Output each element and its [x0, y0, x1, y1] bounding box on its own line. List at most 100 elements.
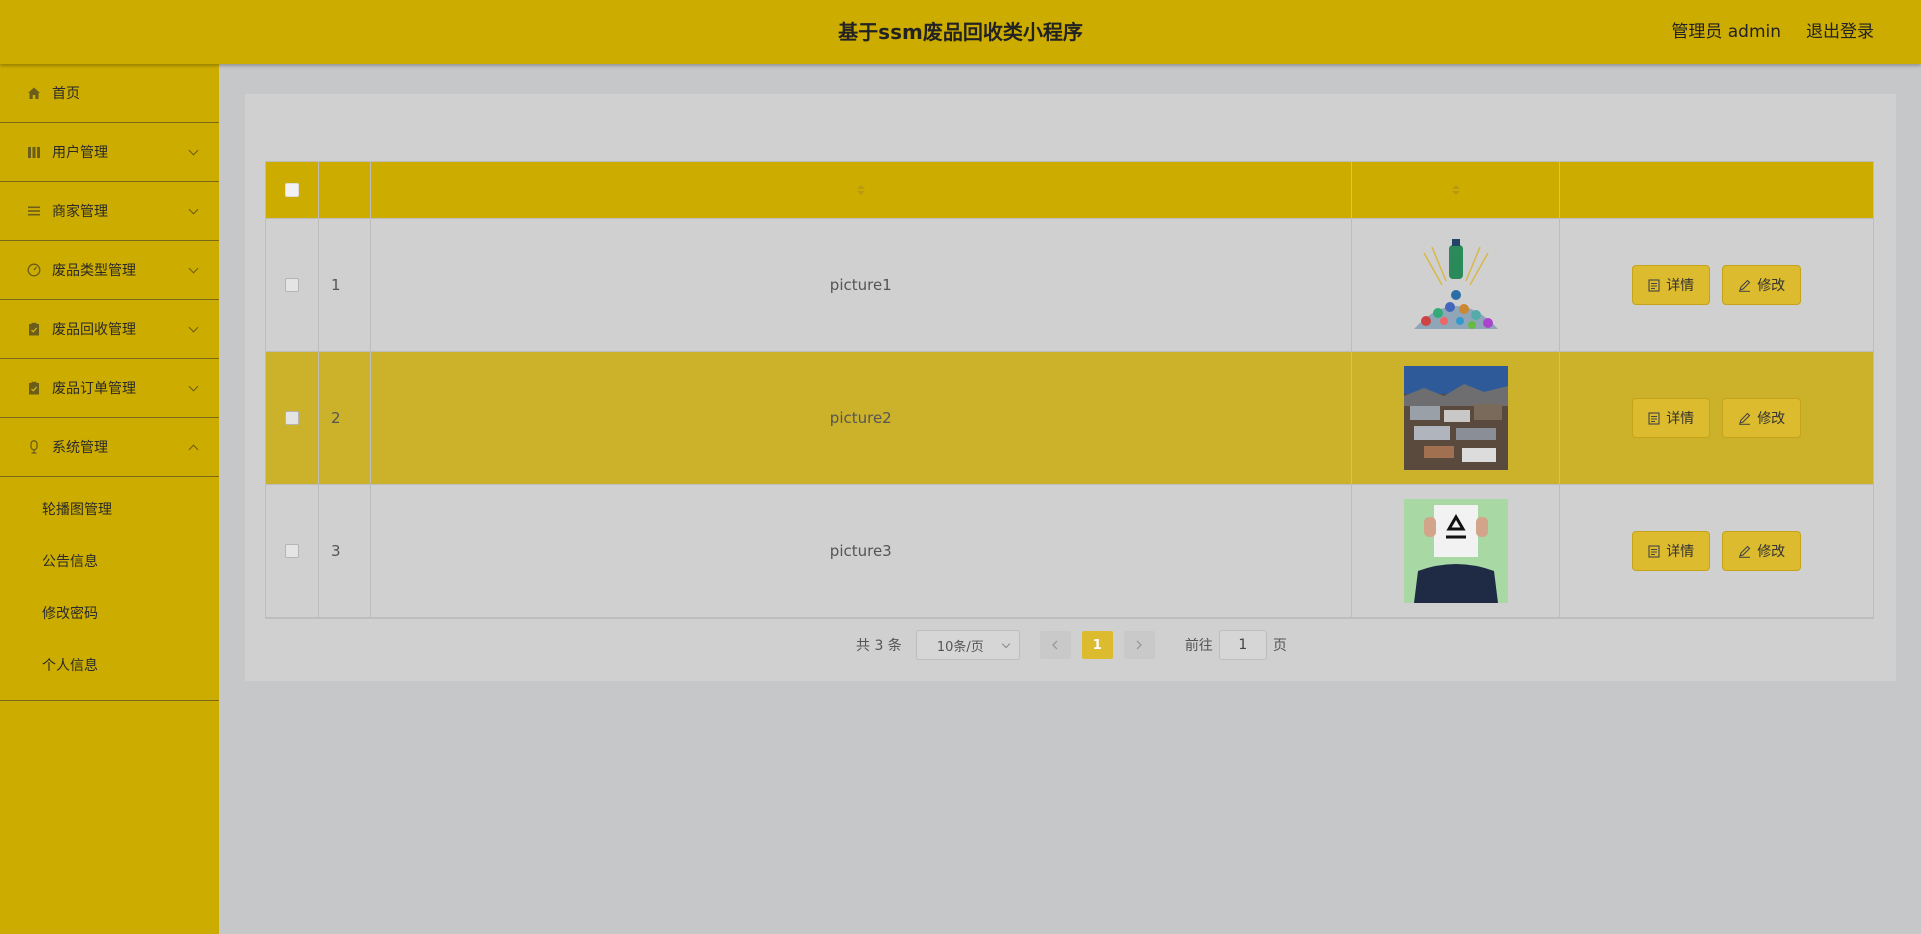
row-name: picture3	[371, 485, 1352, 617]
sidebar-item-waste-recycling[interactable]: 废品回收管理	[0, 300, 219, 359]
page-unit-label: 页	[1272, 638, 1287, 654]
chevron-down-icon	[188, 204, 199, 215]
row-actions: 详情 修改	[1560, 352, 1873, 484]
sidebar-item-users[interactable]: 用户管理	[0, 123, 219, 182]
edit-icon	[1739, 545, 1751, 558]
sidebar-subitem-carousel[interactable]: 轮播图管理	[0, 484, 219, 536]
sidebar-item-waste-types[interactable]: 废品类型管理	[0, 241, 219, 300]
scrap-yard-image	[1403, 366, 1508, 470]
row-checkbox[interactable]	[284, 411, 299, 425]
chevron-left-icon	[1052, 640, 1058, 650]
row-image-cell	[1352, 485, 1561, 617]
list-icon	[26, 204, 41, 219]
recycle-sign-person-image	[1403, 499, 1508, 603]
sidebar: 首页 用户管理 商家管理 废品类型管理 废品回收管理 废品订单管理 系统管理 轮…	[0, 64, 219, 934]
sidebar-item-waste-orders[interactable]: 废品订单管理	[0, 359, 219, 418]
current-user: 管理员 admin	[1671, 22, 1781, 42]
sidebar-subitem-change-password[interactable]: 修改密码	[0, 588, 219, 640]
chevron-up-icon	[188, 444, 199, 455]
sidebar-item-label: 商家管理	[52, 204, 108, 220]
chevron-down-icon	[188, 322, 199, 333]
pagination-total: 共 3 条	[856, 638, 902, 654]
pagination: 共 3 条 10条/页 1 前往 页	[856, 630, 1287, 660]
row-image-cell	[1352, 352, 1561, 484]
select-all-checkbox[interactable]	[284, 183, 299, 197]
sidebar-item-label: 首页	[52, 86, 80, 102]
table-row: 1 picture1 详情 修改	[266, 219, 1873, 352]
sidebar-item-system[interactable]: 系统管理	[0, 418, 219, 477]
row-checkbox-cell	[266, 352, 319, 484]
edit-button[interactable]: 修改	[1722, 531, 1802, 571]
edit-button[interactable]: 修改	[1722, 398, 1802, 438]
row-checkbox[interactable]	[284, 544, 299, 558]
header-name-cell[interactable]	[371, 162, 1352, 218]
detail-button[interactable]: 详情	[1632, 265, 1711, 305]
system-icon	[26, 440, 41, 455]
header-checkbox-cell	[266, 162, 319, 218]
row-name: picture1	[371, 219, 1352, 351]
detail-button[interactable]: 详情	[1632, 531, 1711, 571]
sidebar-item-home[interactable]: 首页	[0, 64, 219, 123]
chevron-down-icon	[1001, 639, 1011, 649]
header-image-cell[interactable]	[1352, 162, 1561, 218]
top-header: 基于ssm废品回收类小程序 管理员 admin 退出登录	[0, 0, 1921, 64]
row-image-cell	[1352, 219, 1561, 351]
goto-label: 前往	[1184, 638, 1213, 654]
row-checkbox-cell	[266, 219, 319, 351]
row-actions: 详情 修改	[1560, 485, 1873, 617]
row-name: picture2	[371, 352, 1352, 484]
sort-icon[interactable]	[856, 185, 865, 195]
edit-icon	[1739, 279, 1751, 292]
logout-link[interactable]: 退出登录	[1806, 0, 1874, 64]
chevron-right-icon	[1136, 640, 1143, 650]
goto-page-input[interactable]	[1218, 630, 1267, 660]
chevron-down-icon	[188, 381, 199, 392]
chevron-down-icon	[188, 145, 199, 156]
document-icon	[1648, 278, 1660, 292]
document-icon	[1648, 411, 1660, 425]
detail-button[interactable]: 详情	[1632, 398, 1711, 438]
header-index-cell	[319, 162, 371, 218]
dashboard-icon	[26, 263, 41, 278]
sidebar-item-label: 废品类型管理	[52, 263, 136, 279]
app-title: 基于ssm废品回收类小程序	[838, 20, 1083, 44]
sidebar-item-label: 废品订单管理	[52, 381, 136, 397]
sort-icon[interactable]	[1451, 185, 1460, 195]
row-checkbox[interactable]	[284, 278, 299, 292]
next-page-button[interactable]	[1123, 631, 1155, 659]
users-icon	[26, 145, 41, 160]
sidebar-item-merchants[interactable]: 商家管理	[0, 182, 219, 241]
table-header	[266, 162, 1873, 219]
edit-button[interactable]: 修改	[1722, 265, 1802, 305]
chevron-down-icon	[188, 263, 199, 274]
sidebar-subitem-announcements[interactable]: 公告信息	[0, 536, 219, 588]
row-actions: 详情 修改	[1560, 219, 1873, 351]
edit-icon	[1739, 412, 1751, 425]
edit-button-label: 修改	[1757, 278, 1786, 294]
carousel-table: 1 picture1 详情 修改 2 picture2 详情 修改 3 pict…	[265, 161, 1874, 619]
clipboard-icon	[26, 381, 41, 396]
row-checkbox-cell	[266, 485, 319, 617]
header-actions-cell	[1560, 162, 1873, 218]
document-icon	[1648, 544, 1660, 558]
detail-button-label: 详情	[1666, 278, 1695, 294]
edit-button-label: 修改	[1757, 544, 1786, 560]
page-size-select[interactable]: 10条/页	[915, 630, 1020, 660]
sidebar-item-label: 废品回收管理	[52, 322, 136, 338]
detail-button-label: 详情	[1666, 544, 1695, 560]
page-number-current[interactable]: 1	[1081, 631, 1113, 659]
page-size-value: 10条/页	[936, 639, 984, 655]
row-index: 3	[319, 485, 371, 617]
row-index: 2	[319, 352, 371, 484]
home-icon	[26, 86, 41, 101]
clipboard-icon	[26, 322, 41, 337]
table-row: 2 picture2 详情 修改	[266, 352, 1873, 485]
system-submenu: 轮播图管理 公告信息 修改密码 个人信息	[0, 477, 219, 701]
sidebar-item-label: 用户管理	[52, 145, 108, 161]
row-index: 1	[319, 219, 371, 351]
table-row: 3 picture3 详情 修改	[266, 485, 1873, 618]
prev-page-button[interactable]	[1039, 631, 1071, 659]
sidebar-subitem-profile[interactable]: 个人信息	[0, 640, 219, 692]
edit-button-label: 修改	[1757, 411, 1786, 427]
detail-button-label: 详情	[1666, 411, 1695, 427]
